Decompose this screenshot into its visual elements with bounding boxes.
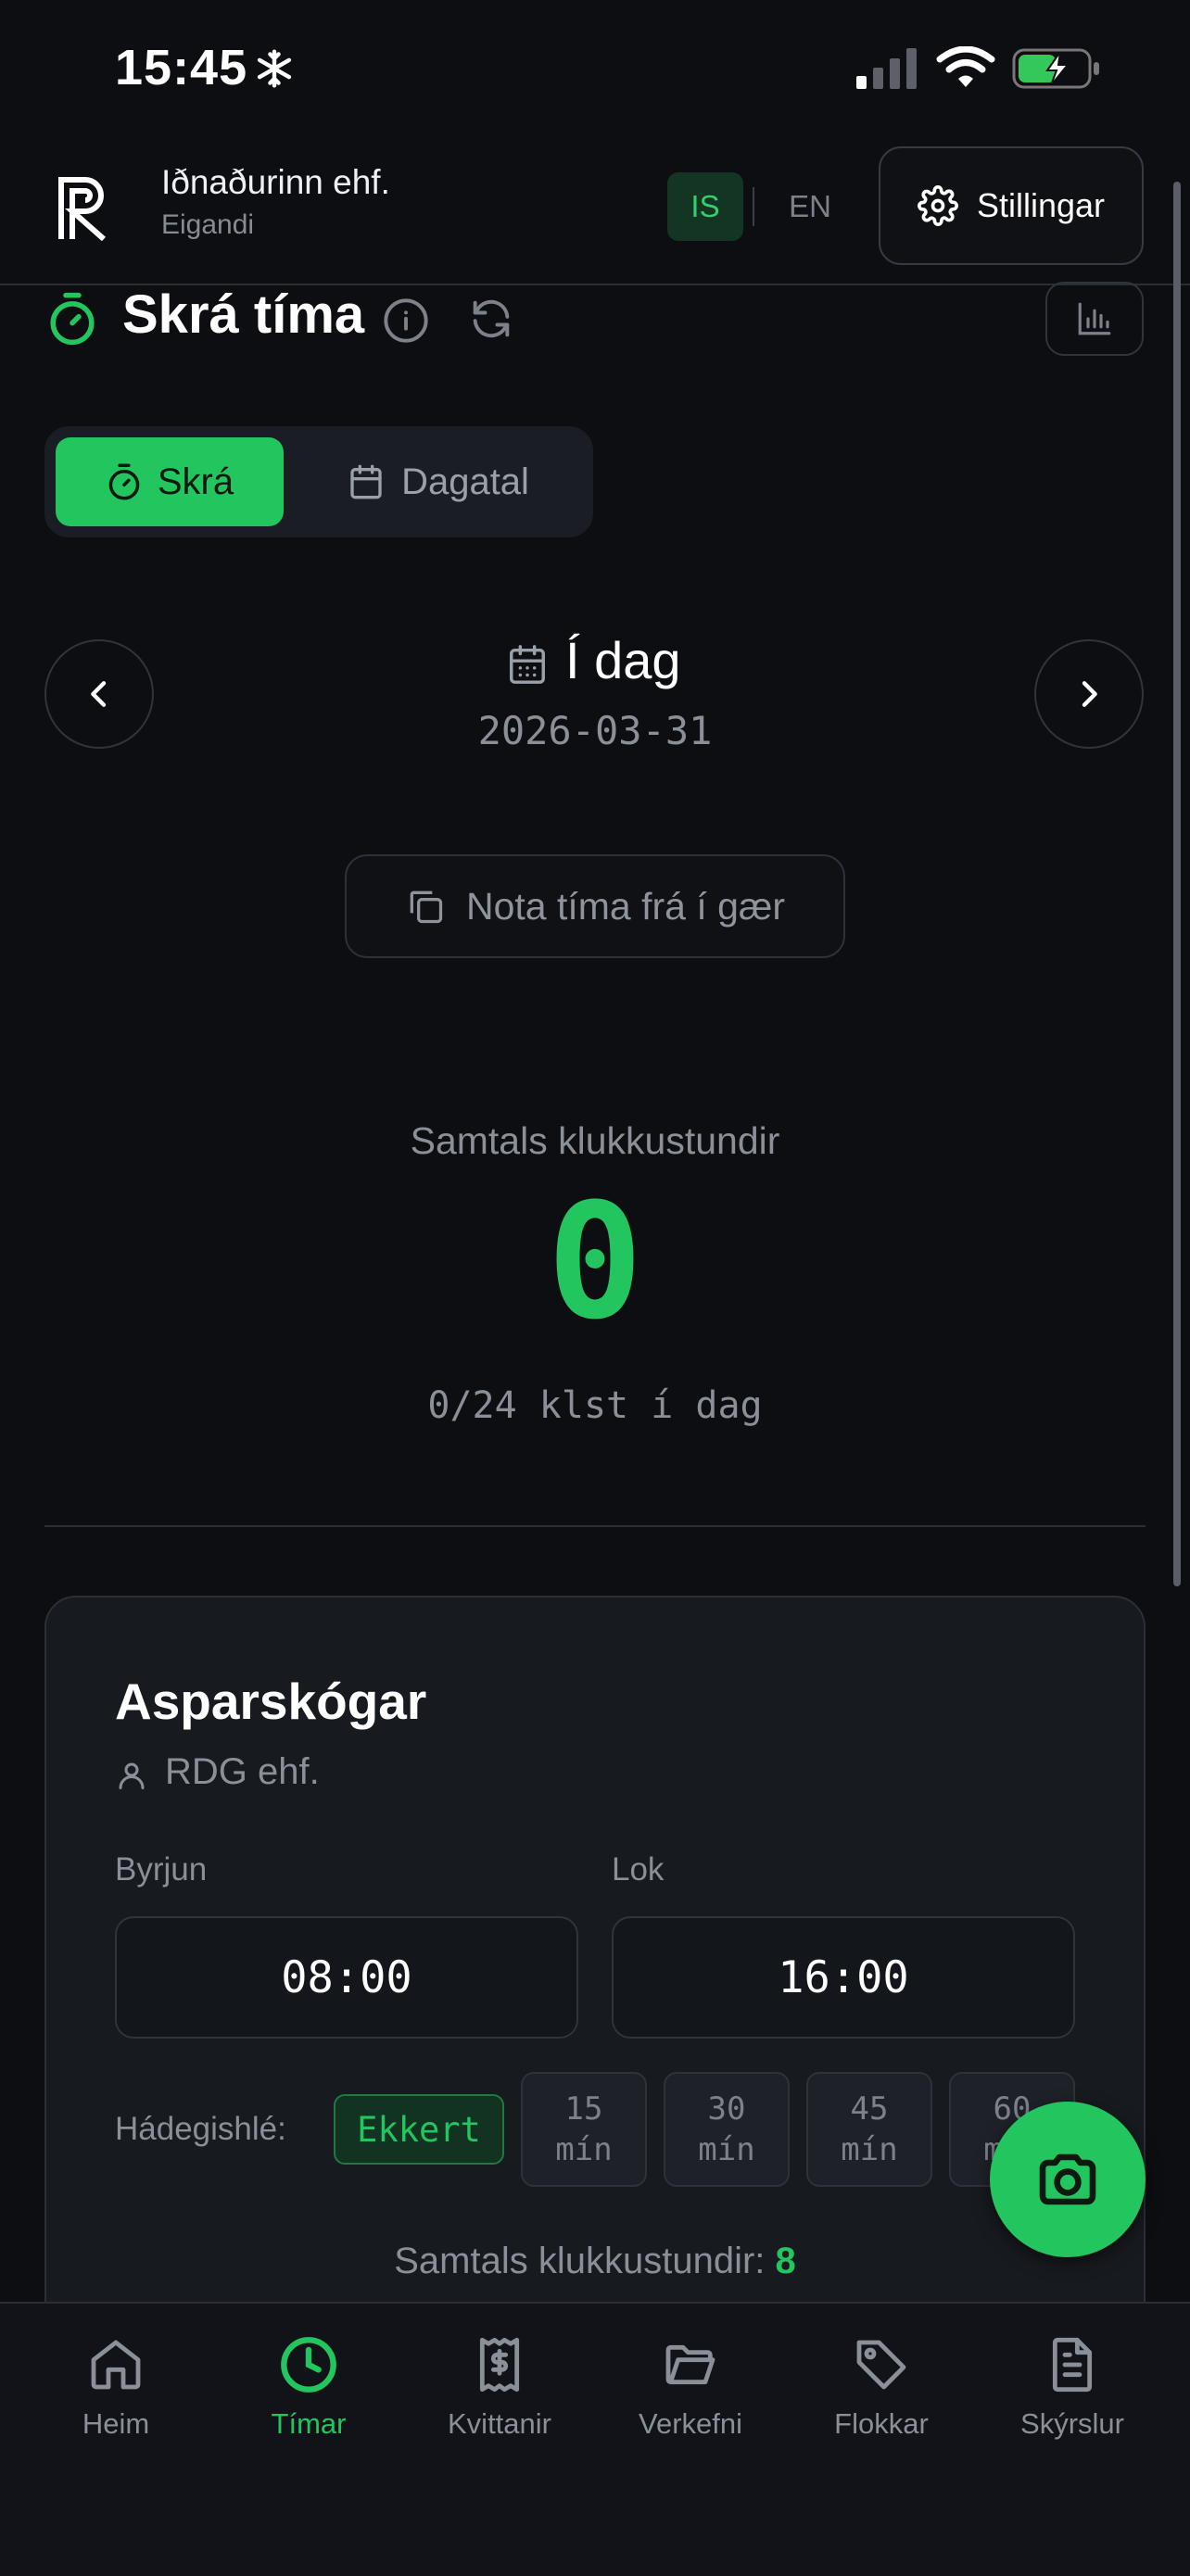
calendar-icon — [348, 463, 385, 500]
user-role: Eigandi — [161, 209, 255, 240]
camera-icon — [1034, 2146, 1101, 2213]
scrollbar[interactable] — [1173, 182, 1181, 1586]
document-icon — [1043, 2335, 1102, 2394]
tag-icon — [852, 2335, 911, 2394]
hours-of-day: 0/24 klst í dag — [427, 1384, 763, 1427]
date-label: Í dag — [565, 631, 681, 689]
language-divider — [753, 187, 754, 226]
chevron-right-icon — [1070, 676, 1108, 713]
folder-icon — [661, 2335, 720, 2394]
start-time-input[interactable]: 08:00 — [115, 1916, 578, 2039]
bar-chart-icon — [1075, 299, 1114, 338]
lunch-option-30[interactable]: 30 mín — [664, 2072, 790, 2187]
lunch-option-minutes: 15 — [564, 2090, 603, 2128]
status-time: 15:45 — [115, 40, 248, 95]
nav-item-heim[interactable]: Heim — [17, 2335, 215, 2441]
start-time-label: Byrjun — [115, 1851, 208, 1888]
lunch-break-label: Hádegishlé: — [115, 2111, 286, 2147]
home-icon — [86, 2335, 146, 2394]
tab-skra[interactable]: Skrá — [56, 437, 284, 526]
nav-label: Verkefni — [638, 2407, 742, 2440]
user-icon — [115, 1759, 148, 1792]
total-hours-label: Samtals klukkustundir — [410, 1119, 780, 1162]
total-hours-value: 0 — [547, 1168, 643, 1355]
nav-item-flokkar[interactable]: Flokkar — [782, 2335, 981, 2441]
camera-button[interactable] — [990, 2102, 1146, 2257]
lunch-option-minutes: 45 — [850, 2090, 889, 2128]
end-time-label: Lok — [612, 1851, 665, 1888]
clock-icon — [279, 2335, 338, 2394]
tab-label: Skrá — [157, 461, 234, 502]
card-total-label: Samtals klukkustundir: — [394, 2241, 766, 2281]
copy-icon — [405, 886, 446, 927]
chevron-left-icon — [81, 676, 118, 713]
language-is-button[interactable]: IS — [667, 172, 743, 241]
copy-yesterday-button[interactable]: Nota tíma frá í gær — [345, 854, 845, 958]
info-icon[interactable] — [382, 297, 430, 345]
nav-item-skyrslur[interactable]: Skýrslur — [973, 2335, 1171, 2441]
lunch-option-unit: mín — [841, 2131, 898, 2168]
client-name: RDG ehf. — [165, 1751, 320, 1792]
nav-label: Tímar — [271, 2407, 347, 2440]
nav-label: Skýrslur — [1020, 2407, 1124, 2440]
lunch-option-unit: mín — [555, 2131, 613, 2168]
language-en-button[interactable]: EN — [769, 172, 851, 241]
card-total-value: 8 — [775, 2241, 796, 2281]
lunch-option-minutes: 30 — [707, 2090, 746, 2128]
nav-item-timar[interactable]: Tímar — [209, 2335, 408, 2441]
nav-label: Kvittanir — [448, 2407, 551, 2440]
statistics-button[interactable] — [1045, 282, 1144, 356]
lunch-option-45[interactable]: 45 mín — [806, 2072, 932, 2187]
project-name: Asparskógar — [115, 1673, 427, 1730]
refresh-icon[interactable] — [467, 295, 515, 343]
tab-label: Dagatal — [401, 461, 529, 502]
next-day-button[interactable] — [1034, 639, 1144, 749]
nav-label: Flokkar — [834, 2407, 929, 2440]
timer-icon — [106, 462, 143, 501]
settings-label: Stillingar — [976, 186, 1106, 224]
nav-item-verkefni[interactable]: Verkefni — [591, 2335, 790, 2441]
signal-icon — [856, 48, 919, 89]
end-time-input[interactable]: 16:00 — [612, 1916, 1075, 2039]
page-title: Skrá tíma — [122, 284, 365, 345]
card-total-hours: Samtals klukkustundir: 8 — [0, 2241, 1190, 2282]
nav-label: Heim — [82, 2407, 150, 2440]
current-date: 2026-03-31 — [477, 708, 713, 753]
snowflake-icon — [254, 48, 295, 89]
gear-icon — [918, 185, 958, 226]
tab-dagatal[interactable]: Dagatal — [293, 437, 584, 526]
lunch-option-unit: mín — [698, 2131, 755, 2168]
nav-item-kvittanir[interactable]: Kvittanir — [400, 2335, 599, 2441]
wifi-icon — [936, 46, 995, 89]
divider — [44, 1525, 1146, 1527]
calendar-icon — [506, 643, 549, 686]
copy-button-label: Nota tíma frá í gær — [465, 884, 786, 928]
receipt-icon — [470, 2335, 529, 2394]
settings-button[interactable]: Stillingar — [879, 146, 1144, 265]
company-name: Iðnaðurinn ehf. — [161, 163, 390, 201]
timer-icon — [46, 291, 98, 347]
company-logo — [56, 176, 120, 241]
battery-charging-icon — [1012, 48, 1101, 89]
lunch-option-none[interactable]: Ekkert — [334, 2094, 504, 2165]
lunch-option-15[interactable]: 15 mín — [521, 2072, 647, 2187]
